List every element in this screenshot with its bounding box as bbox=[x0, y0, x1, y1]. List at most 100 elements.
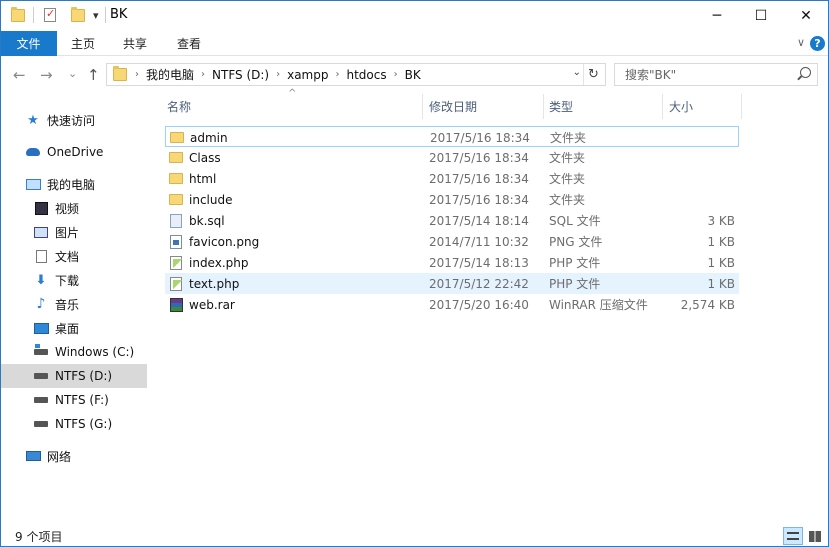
list-item[interactable]: admin 2017/5/16 18:34 文件夹 bbox=[165, 126, 739, 147]
recent-locations-icon[interactable]: ⌄ bbox=[68, 67, 77, 80]
address-bar[interactable]: › 我的电脑 › NTFS (D:) › xampp › htdocs › BK… bbox=[106, 63, 606, 86]
sidebar-item-label: 视频 bbox=[55, 201, 80, 216]
file-size bbox=[665, 189, 735, 210]
refresh-icon[interactable]: ↻ bbox=[583, 64, 603, 85]
documents-icon bbox=[33, 249, 49, 263]
forward-arrow-icon[interactable]: → bbox=[40, 66, 53, 84]
list-item[interactable]: web.rar 2017/5/20 16:40 WinRAR 压缩文件 2,57… bbox=[165, 294, 739, 315]
network-icon bbox=[25, 449, 41, 463]
column-divider[interactable] bbox=[422, 94, 423, 119]
details-view-button[interactable] bbox=[783, 527, 803, 545]
sidebar-item-documents[interactable]: 文档 bbox=[0, 244, 147, 268]
window-title: BK bbox=[110, 7, 128, 22]
sidebar-item-videos[interactable]: 视频 bbox=[0, 196, 147, 220]
column-divider[interactable] bbox=[543, 94, 544, 119]
column-divider[interactable] bbox=[741, 94, 742, 119]
sidebar-item-music[interactable]: ♪ 音乐 bbox=[0, 292, 147, 316]
file-size bbox=[666, 127, 736, 148]
search-input[interactable] bbox=[625, 66, 795, 83]
music-icon: ♪ bbox=[36, 296, 46, 312]
breadcrumb-xampp[interactable]: xampp bbox=[287, 68, 328, 82]
sidebar-item-ntfs-g[interactable]: NTFS (G:) bbox=[0, 412, 147, 436]
sidebar-item-label: 我的电脑 bbox=[47, 177, 96, 192]
back-arrow-icon[interactable]: ← bbox=[13, 66, 26, 84]
maximize-button[interactable]: ☐ bbox=[738, 0, 784, 31]
cloud-icon bbox=[25, 145, 41, 159]
up-arrow-icon[interactable]: ↑ bbox=[87, 66, 100, 84]
expand-ribbon-icon[interactable]: ∨ bbox=[797, 36, 805, 49]
video-icon bbox=[33, 201, 49, 215]
sidebar-item-network[interactable]: 网络 bbox=[0, 444, 147, 468]
file-type: 文件夹 bbox=[549, 151, 586, 165]
column-divider[interactable] bbox=[662, 94, 663, 119]
toolbar-divider bbox=[33, 7, 34, 23]
sidebar-item-label: 快速访问 bbox=[47, 113, 96, 128]
list-item[interactable]: index.php 2017/5/14 18:13 PHP 文件 1 KB bbox=[165, 252, 739, 273]
chevron-right-icon[interactable]: › bbox=[276, 69, 280, 80]
file-type: PNG 文件 bbox=[549, 235, 603, 249]
star-icon: ★ bbox=[27, 112, 39, 128]
help-icon[interactable]: ? bbox=[810, 36, 825, 51]
search-icon[interactable] bbox=[800, 67, 811, 78]
sidebar-item-desktop[interactable]: 桌面 bbox=[0, 316, 147, 340]
pictures-icon bbox=[33, 225, 49, 239]
chevron-right-icon[interactable]: › bbox=[335, 69, 339, 80]
large-icons-view-button[interactable] bbox=[805, 527, 825, 545]
file-date: 2017/5/16 18:34 bbox=[429, 150, 529, 165]
breadcrumb-ntfs-d[interactable]: NTFS (D:) bbox=[212, 68, 269, 82]
breadcrumb-htdocs[interactable]: htdocs bbox=[346, 68, 386, 82]
file-date: 2017/5/14 18:13 bbox=[429, 255, 529, 270]
chevron-right-icon[interactable]: › bbox=[394, 69, 398, 80]
list-item[interactable]: html 2017/5/16 18:34 文件夹 bbox=[165, 168, 739, 189]
address-dropdown-icon[interactable]: ⌄ bbox=[573, 67, 581, 78]
toolbar-divider bbox=[104, 7, 106, 23]
file-size: 1 KB bbox=[707, 276, 735, 291]
search-box[interactable] bbox=[614, 63, 818, 86]
rar-file-icon bbox=[169, 297, 183, 312]
drive-icon bbox=[33, 393, 49, 407]
list-item[interactable]: text.php 2017/5/12 22:42 PHP 文件 1 KB bbox=[165, 273, 739, 294]
sidebar-item-my-computer[interactable]: 我的电脑 bbox=[0, 172, 147, 196]
minimize-button[interactable]: ─ bbox=[694, 0, 740, 31]
sidebar-item-pictures[interactable]: 图片 bbox=[0, 220, 147, 244]
list-item[interactable]: favicon.png 2014/7/11 10:32 PNG 文件 1 KB bbox=[165, 231, 739, 252]
sidebar-item-ntfs-f[interactable]: NTFS (F:) bbox=[0, 388, 147, 412]
column-header-size[interactable]: 大小 bbox=[669, 94, 739, 119]
list-item[interactable]: include 2017/5/16 18:34 文件夹 bbox=[165, 189, 739, 210]
tab-home[interactable]: 主页 bbox=[71, 31, 95, 56]
chevron-right-icon[interactable]: › bbox=[135, 69, 139, 80]
breadcrumb-my-computer[interactable]: 我的电脑 bbox=[146, 66, 194, 83]
sidebar-item-downloads[interactable]: ⬇ 下载 bbox=[0, 268, 147, 292]
file-name: include bbox=[189, 192, 233, 207]
column-header-name[interactable]: 名称 bbox=[167, 94, 417, 119]
column-header-type[interactable]: 类型 bbox=[549, 94, 659, 119]
sidebar-item-quick-access[interactable]: ★ 快速访问 bbox=[0, 108, 147, 132]
tab-share[interactable]: 共享 bbox=[123, 31, 147, 56]
sidebar-item-label: 文档 bbox=[55, 249, 80, 264]
file-type: 文件夹 bbox=[549, 193, 586, 207]
sidebar-item-label: OneDrive bbox=[47, 145, 104, 159]
file-name: admin bbox=[190, 130, 228, 145]
file-name: favicon.png bbox=[189, 234, 260, 249]
tab-view[interactable]: 查看 bbox=[177, 31, 201, 56]
sidebar-item-label: NTFS (F:) bbox=[55, 393, 109, 407]
properties-icon[interactable] bbox=[44, 7, 56, 22]
sidebar-item-onedrive[interactable]: OneDrive bbox=[0, 140, 147, 164]
breadcrumb-bk[interactable]: BK bbox=[405, 68, 421, 82]
column-header-date[interactable]: 修改日期 bbox=[429, 94, 539, 119]
sidebar-item-windows-c[interactable]: Windows (C:) bbox=[0, 340, 147, 364]
chevron-right-icon[interactable]: › bbox=[201, 69, 205, 80]
file-date: 2017/5/16 18:34 bbox=[430, 130, 530, 145]
tab-file[interactable]: 文件 bbox=[0, 31, 57, 56]
list-item[interactable]: bk.sql 2017/5/14 18:14 SQL 文件 3 KB bbox=[165, 210, 739, 231]
list-item[interactable]: Class 2017/5/16 18:34 文件夹 bbox=[165, 147, 739, 168]
close-button[interactable]: ✕ bbox=[783, 0, 829, 31]
new-folder-icon[interactable] bbox=[71, 6, 85, 22]
breadcrumb: › 我的电脑 › NTFS (D:) › xampp › htdocs › BK bbox=[107, 64, 421, 85]
customize-toolbar-icon[interactable]: ▾ bbox=[93, 9, 99, 22]
sidebar-item-ntfs-d[interactable]: NTFS (D:) bbox=[0, 364, 147, 388]
file-name: html bbox=[189, 171, 217, 186]
folder-icon bbox=[169, 151, 183, 165]
file-type: PHP 文件 bbox=[549, 277, 601, 291]
downloads-icon: ⬇ bbox=[35, 272, 47, 288]
